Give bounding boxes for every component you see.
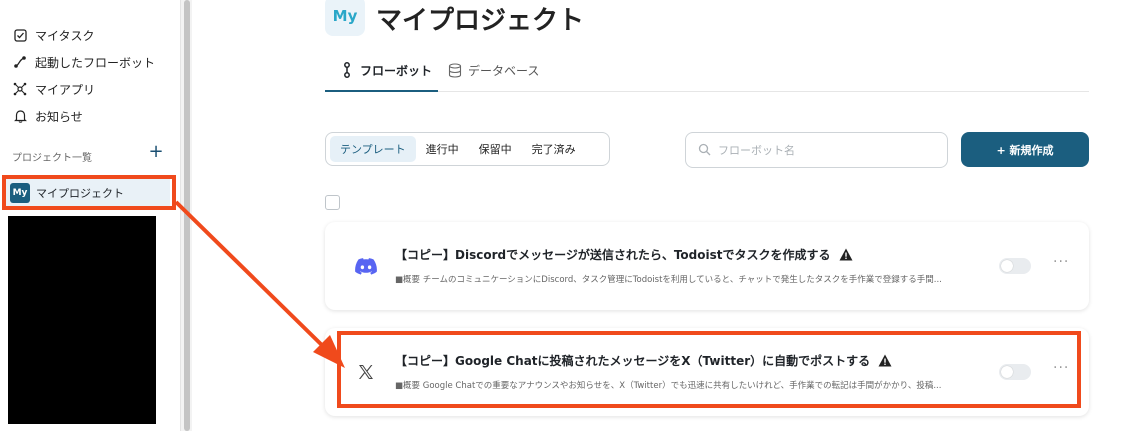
flowbot-toggle[interactable] [999,364,1031,380]
flowbot-title-text: 【コピー】Google Chatに投稿されたメッセージをX（Twitter）に自… [395,354,871,368]
flowbot-card[interactable]: 【コピー】Discordでメッセージが送信されたら、Todoistでタスクを作成… [325,222,1089,310]
toggle-knob [1001,366,1013,378]
plus-icon: + [148,141,164,162]
sidebar-item-label: マイタスク [35,28,95,43]
sidebar-item-label: お知らせ [35,109,83,124]
page-title: マイプロジェクト [376,6,585,36]
sidebar-item-my-apps[interactable]: マイアプリ [12,78,95,100]
sidebar-item-my-tasks[interactable]: マイタスク [12,24,95,46]
filter-completed[interactable]: 完了済み [522,136,586,162]
flowbot-card[interactable]: 【コピー】Google Chatに投稿されたメッセージをX（Twitter）に自… [325,328,1089,416]
project-avatar: My [10,182,30,203]
search-input[interactable] [718,143,918,157]
flow-icon [12,54,28,70]
more-options-icon[interactable]: ··· [1053,360,1069,376]
status-filter-group: テンプレート 進行中 保留中 完了済み [325,132,610,166]
sidebar: マイタスク 起動したフローボット マイアプリ お知らせ プロジェクト一覧 + M… [0,0,180,431]
add-project-button[interactable]: + [148,141,164,162]
sidebar-scrollbar[interactable] [180,0,192,431]
tabs-divider [325,91,1089,92]
warning-icon [878,354,892,367]
flowbot-title-text: 【コピー】Discordでメッセージが送信されたら、Todoistでタスクを作成… [395,248,831,262]
flowbot-title: 【コピー】Google Chatに投稿されたメッセージをX（Twitter）に自… [395,352,892,369]
warning-icon [839,248,853,261]
sidebar-project-item[interactable]: My マイプロジェクト [6,179,170,206]
bell-icon [12,108,28,124]
flowbot-description: ■概要 Google Chatでの重要なアナウンスやお知らせを、X（Twitte… [395,381,942,391]
search-icon [698,143,712,157]
tab-label: データベース [468,63,540,78]
scrollbar-thumb[interactable] [184,0,190,431]
checkbox-icon [12,27,28,43]
discord-icon [355,255,377,277]
flowbot-title: 【コピー】Discordでメッセージが送信されたら、Todoistでタスクを作成… [395,246,853,263]
select-all-checkbox[interactable] [325,195,340,210]
sidebar-item-label: マイアプリ [35,82,96,97]
active-tab-indicator [325,90,438,92]
flowbot-description: ■概要 チームのコミュニケーションにDiscord、タスク管理にTodoistを… [395,275,942,285]
filter-on-hold[interactable]: 保留中 [469,136,522,162]
project-header-avatar: My [325,0,365,36]
flowbot-icon [340,62,354,78]
apps-icon [12,81,28,97]
tab-label: フローボット [360,63,433,78]
projects-section-label: プロジェクト一覧 [12,153,92,164]
tab-database[interactable]: データベース [448,60,539,80]
flowbot-toggle[interactable] [999,258,1031,274]
x-twitter-icon [355,361,377,383]
flowbot-search [685,132,948,168]
toggle-knob [1001,260,1013,272]
sidebar-item-started-flowbots[interactable]: 起動したフローボット [12,51,155,73]
project-name: マイプロジェクト [36,186,124,200]
database-icon [448,62,462,78]
create-new-button[interactable]: + 新規作成 [961,132,1089,167]
sidebar-item-notifications[interactable]: お知らせ [12,105,83,127]
redacted-area [8,216,156,424]
more-options-icon[interactable]: ··· [1053,254,1069,270]
filter-in-progress[interactable]: 進行中 [416,136,469,162]
tab-flowbot[interactable]: フローボット [340,60,432,80]
filter-template[interactable]: テンプレート [330,136,416,162]
sidebar-item-label: 起動したフローボット [35,55,156,70]
